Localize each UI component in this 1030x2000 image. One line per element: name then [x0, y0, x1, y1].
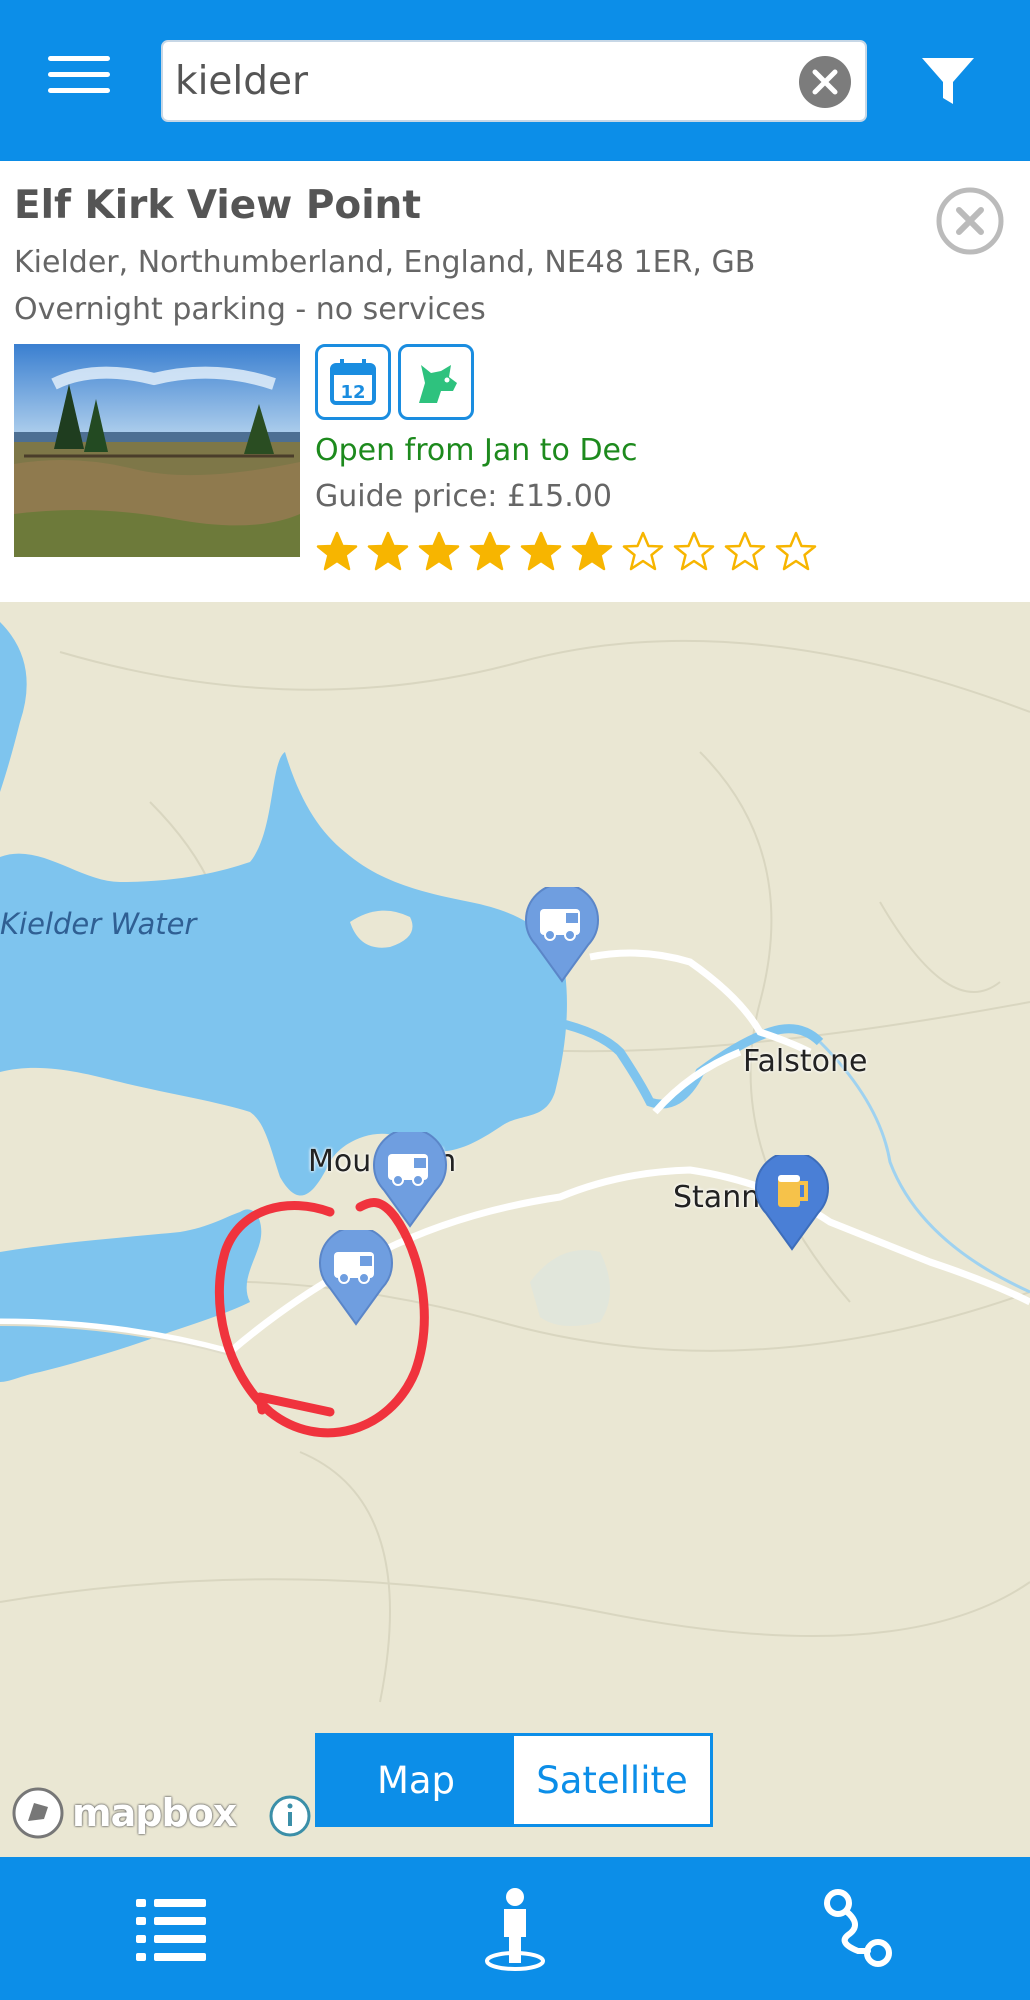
- place-type: Overnight parking - no services: [14, 292, 486, 327]
- star-filled-icon: [366, 530, 410, 574]
- search-input[interactable]: [175, 42, 795, 120]
- star-filled-icon: [519, 530, 563, 574]
- search-box[interactable]: [161, 40, 867, 122]
- map-type-toggle: Map Satellite: [315, 1733, 713, 1827]
- water-label: Kielder Water: [0, 907, 197, 941]
- pub-pin-icon[interactable]: [754, 1151, 830, 1251]
- star-filled-icon: [315, 530, 359, 574]
- route-icon[interactable]: [818, 1885, 904, 1971]
- star-filled-icon: [468, 530, 512, 574]
- dog-icon: [398, 344, 474, 420]
- star-empty-icon: [621, 530, 665, 574]
- campervan-pin-icon[interactable]: [318, 1226, 394, 1326]
- mapbox-attribution: mapbox: [72, 1791, 237, 1835]
- map-toggle-button[interactable]: Map: [318, 1736, 514, 1824]
- star-filled-icon: [417, 530, 461, 574]
- star-filled-icon: [570, 530, 614, 574]
- place-address: Kielder, Northumberland, England, NE48 1…: [14, 245, 756, 280]
- list-icon[interactable]: [128, 1885, 214, 1971]
- map-canvas[interactable]: [0, 602, 1030, 1857]
- place-label-falstone[interactable]: Falstone: [743, 1044, 867, 1079]
- top-bar: [0, 0, 1030, 161]
- menu-icon[interactable]: [48, 56, 110, 106]
- bottom-nav: [0, 1857, 1030, 2000]
- campervan-pin-icon[interactable]: [524, 883, 600, 983]
- person-location-icon[interactable]: [472, 1885, 558, 1971]
- rating-stars: [315, 530, 825, 574]
- filter-icon[interactable]: [918, 52, 978, 112]
- star-empty-icon: [774, 530, 818, 574]
- map-view[interactable]: Kielder Water Falstone Mou augh Stann ur…: [0, 602, 1030, 1857]
- place-photo[interactable]: [14, 344, 300, 557]
- place-card[interactable]: Elf Kirk View Point Kielder, Northumberl…: [0, 161, 1030, 602]
- star-empty-icon: [672, 530, 716, 574]
- star-empty-icon: [723, 530, 767, 574]
- mapbox-logo[interactable]: mapbox: [10, 1785, 237, 1841]
- info-icon[interactable]: [268, 1794, 312, 1838]
- guide-price: Guide price: £15.00: [315, 479, 612, 514]
- close-card-icon[interactable]: [935, 186, 1005, 256]
- clear-icon[interactable]: [799, 56, 851, 108]
- mapbox-icon: [12, 1787, 64, 1839]
- satellite-toggle-button[interactable]: Satellite: [514, 1736, 710, 1824]
- calendar-icon: 12: [315, 344, 391, 420]
- campervan-pin-icon[interactable]: [372, 1128, 448, 1228]
- opening-period: Open from Jan to Dec: [315, 433, 638, 468]
- calendar-number: 12: [340, 382, 365, 403]
- place-title: Elf Kirk View Point: [14, 183, 421, 228]
